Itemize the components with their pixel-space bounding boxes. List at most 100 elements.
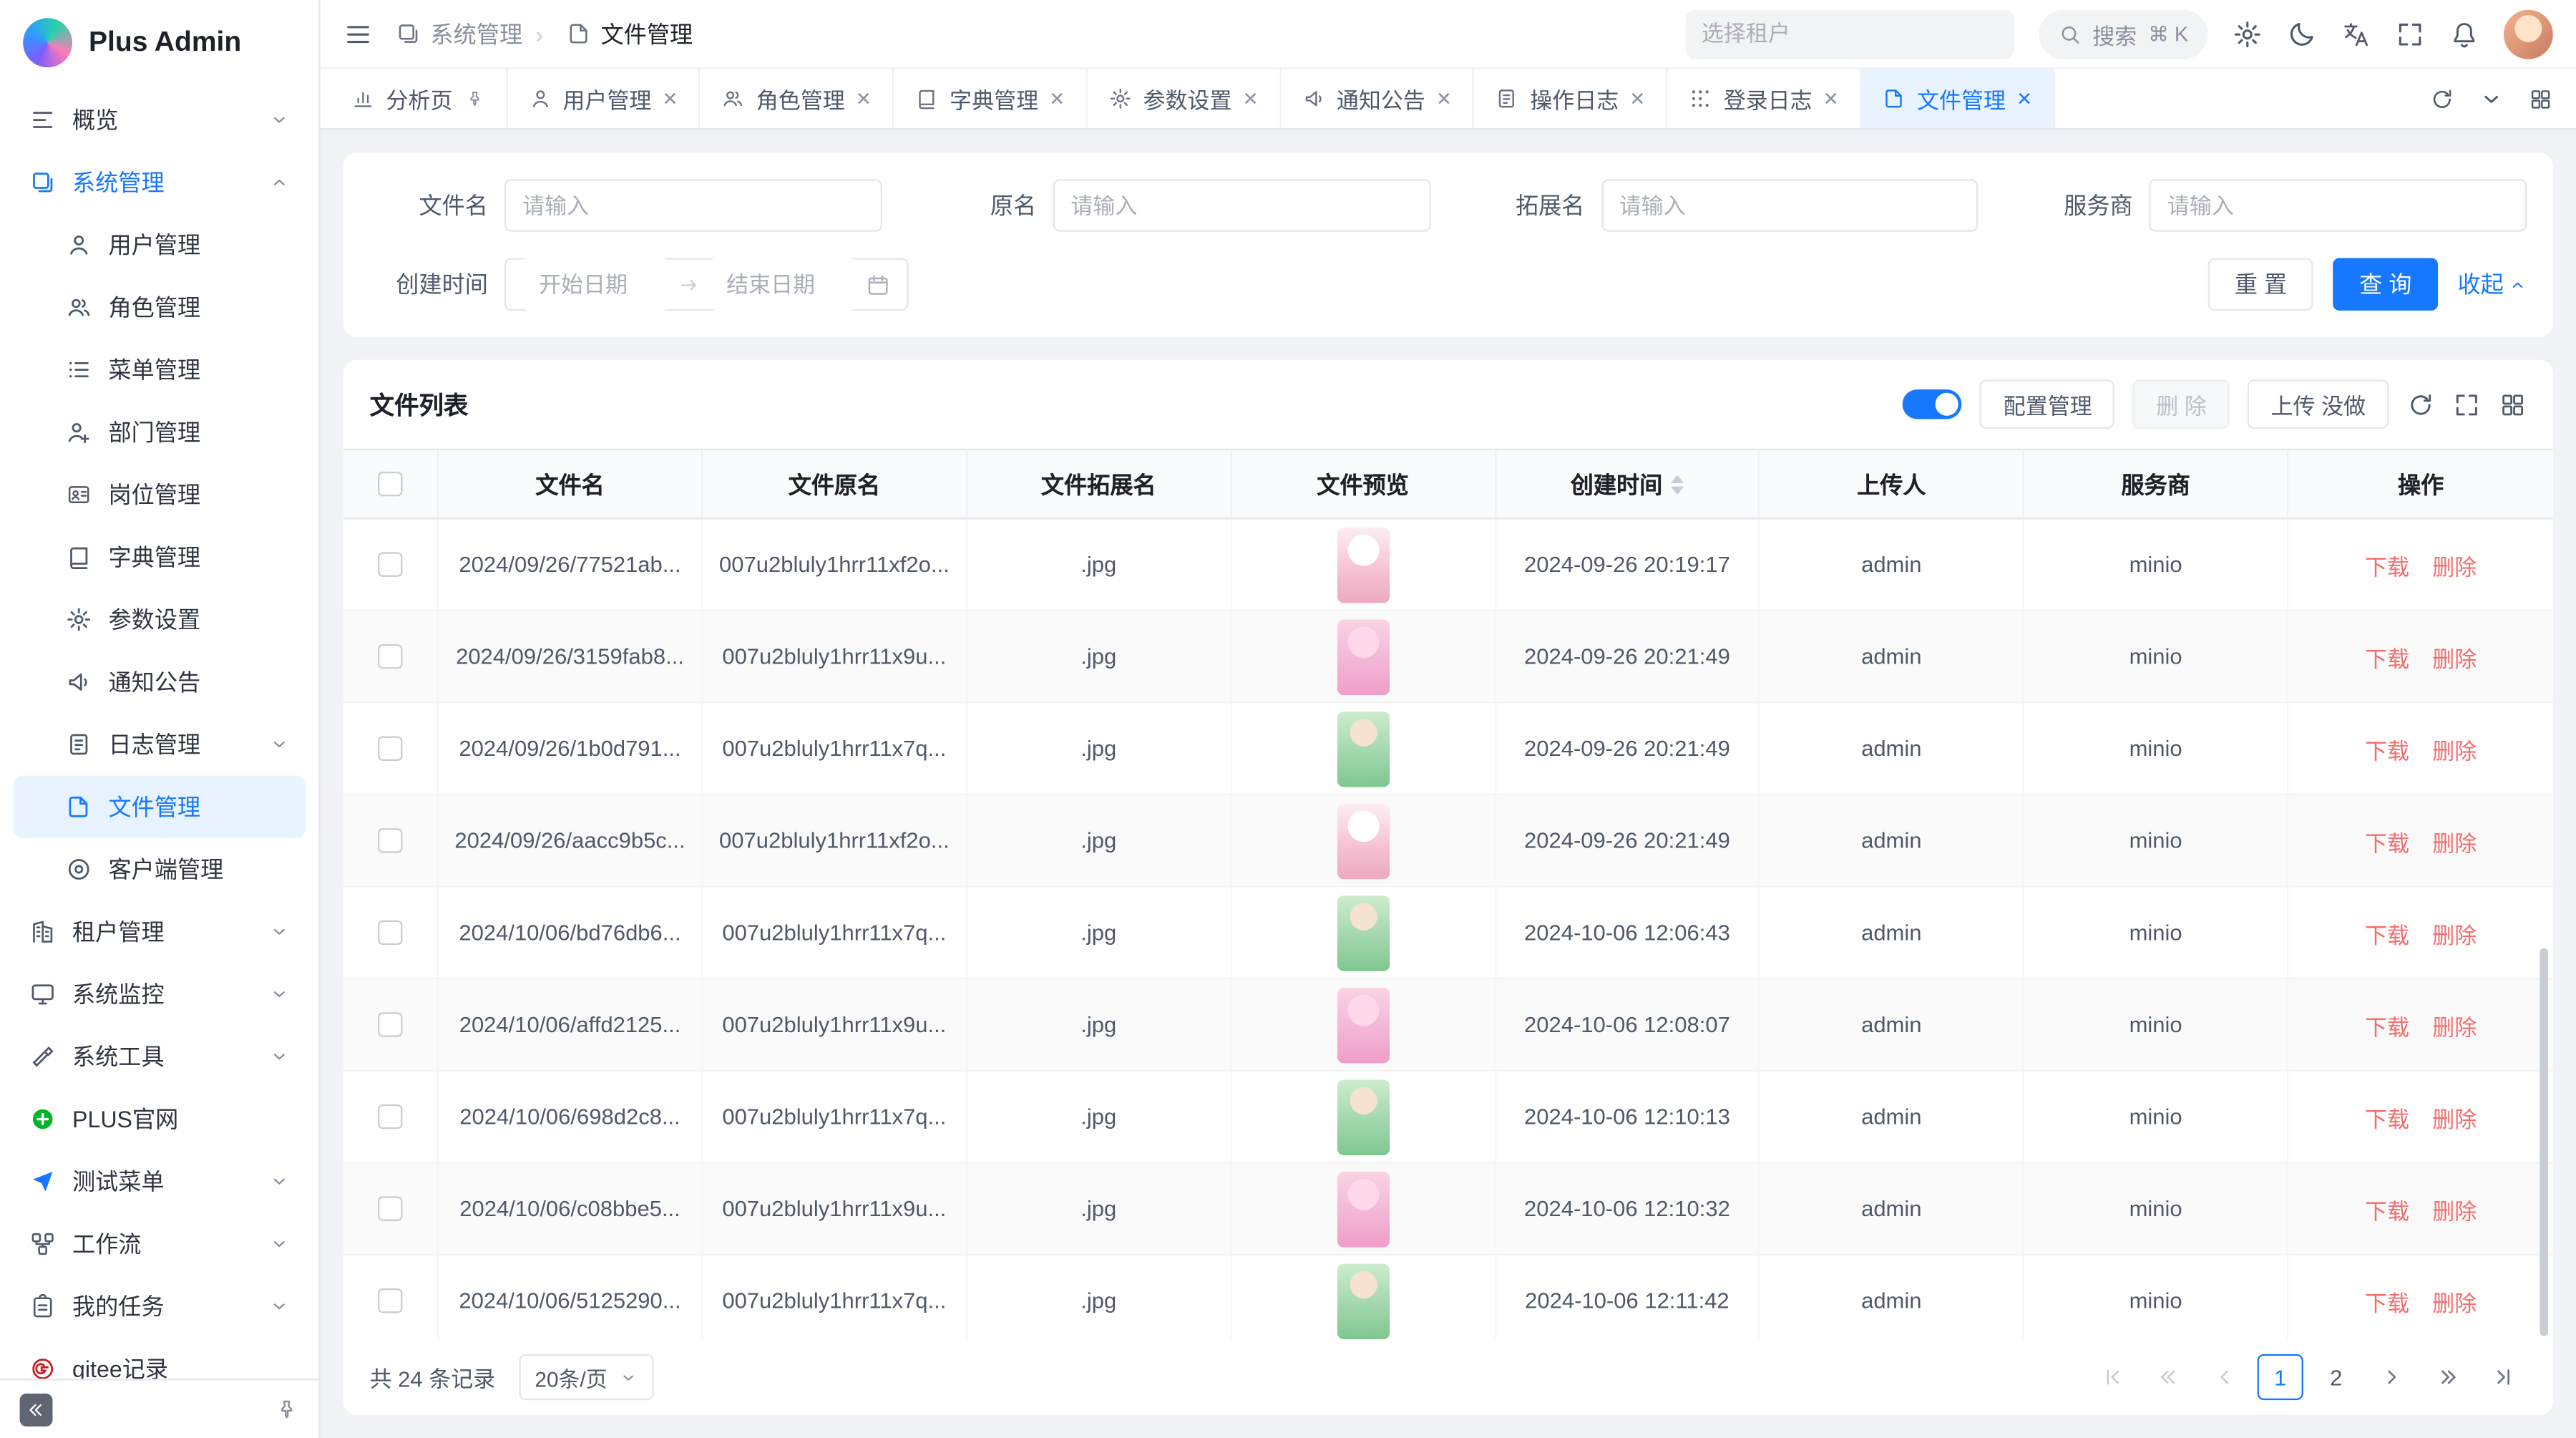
breadcrumb-item[interactable]: 系统管理 [396,17,522,50]
sidebar-item[interactable]: 系统监控 [13,963,306,1025]
page-tab[interactable]: 字典管理 × [894,69,1087,128]
config-toggle-switch[interactable] [1903,389,1963,419]
fast-prev-button[interactable] [2145,1354,2191,1400]
page-tab[interactable]: 操作日志 × [1474,69,1667,128]
sidebar-item[interactable]: 系统工具 [13,1026,306,1088]
collapse-filter-link[interactable]: 收起 [2458,268,2527,301]
page-tab[interactable]: 通知公告 × [1281,69,1474,128]
delete-link[interactable]: 删除 [2432,640,2477,673]
prev-page-button[interactable] [2202,1354,2248,1400]
file-preview-image[interactable] [1337,803,1389,879]
close-icon[interactable]: × [1824,87,1838,111]
chevron-down-icon[interactable] [2479,87,2504,111]
row-checkbox[interactable] [378,828,402,852]
download-link[interactable]: 下载 [2365,824,2409,857]
download-link[interactable]: 下载 [2365,640,2409,673]
sidebar-item[interactable]: 日志管理 [13,713,306,775]
sidebar-collapse-button[interactable] [20,1393,53,1426]
pin-icon[interactable] [274,1397,298,1422]
close-icon[interactable]: × [2017,87,2031,111]
config-manage-button[interactable]: 配置管理 [1981,379,2115,429]
end-date-input[interactable] [710,258,857,310]
delete-button[interactable]: 删 除 [2133,379,2230,429]
pin-icon[interactable] [464,89,484,109]
file-preview-image[interactable] [1337,987,1389,1063]
page-tab[interactable]: 文件管理 × [1861,69,2054,128]
row-checkbox[interactable] [378,737,402,761]
close-icon[interactable]: × [1050,87,1064,111]
page-tab[interactable]: 登录日志 × [1668,69,1861,128]
sidebar-item[interactable]: 菜单管理 [13,339,306,401]
global-search[interactable]: 搜索 ⌘ K [2038,9,2207,59]
start-date-input[interactable] [522,258,669,310]
download-link[interactable]: 下载 [2365,1284,2409,1317]
page-number-button[interactable]: 1 [2258,1354,2303,1400]
layout-grid-icon[interactable] [2528,87,2552,111]
download-link[interactable]: 下载 [2365,1192,2409,1225]
page-tab[interactable]: 分析页 × [330,69,507,128]
row-checkbox[interactable] [378,644,402,669]
download-link[interactable]: 下载 [2365,732,2409,765]
close-icon[interactable]: × [1437,87,1451,111]
sidebar-item[interactable]: 岗位管理 [13,463,306,525]
reset-button[interactable]: 重 置 [2208,258,2313,310]
sidebar-item[interactable]: 部门管理 [13,401,306,463]
sidebar-item[interactable]: 参数设置 [13,588,306,651]
close-icon[interactable]: × [663,87,677,111]
row-checkbox[interactable] [378,1196,402,1220]
file-preview-image[interactable] [1337,527,1389,603]
download-link[interactable]: 下载 [2365,1009,2409,1041]
query-button[interactable]: 查 询 [2333,258,2438,310]
delete-link[interactable]: 删除 [2432,732,2477,765]
page-number-button[interactable]: 2 [2313,1354,2359,1400]
notifications-bell-icon[interactable] [2449,19,2479,48]
sidebar-item[interactable]: 概览 [13,89,306,151]
date-range-picker[interactable] [504,258,909,310]
sidebar-item[interactable]: 文件管理 [13,776,306,838]
hamburger-menu-icon[interactable] [343,19,373,48]
next-page-button[interactable] [2369,1354,2415,1400]
file-preview-image[interactable] [1337,895,1389,971]
download-link[interactable]: 下载 [2365,548,2409,581]
sidebar-item[interactable]: 租户管理 [13,900,306,963]
sidebar-item[interactable]: 客户端管理 [13,838,306,900]
sort-icon[interactable] [1671,467,1684,500]
table-scrollbar-thumb[interactable] [2540,948,2547,1336]
page-tab[interactable]: 参数设置 × [1087,69,1280,128]
last-page-button[interactable] [2481,1354,2527,1400]
filter-field-input[interactable] [1053,179,1430,231]
page-tab[interactable]: 角色管理 × [701,69,894,128]
fast-next-button[interactable] [2425,1354,2471,1400]
row-checkbox[interactable] [378,1104,402,1129]
page-size-select[interactable]: 20条/页 [518,1354,653,1400]
sidebar-item[interactable]: 角色管理 [13,276,306,339]
filter-field-input[interactable] [1601,179,1978,231]
dark-mode-moon-icon[interactable] [2287,19,2316,48]
settings-gear-icon[interactable] [2233,19,2262,48]
tenant-select[interactable] [1685,9,2014,59]
delete-link[interactable]: 删除 [2432,1100,2477,1133]
download-link[interactable]: 下载 [2365,916,2409,949]
delete-link[interactable]: 删除 [2432,548,2477,581]
delete-link[interactable]: 删除 [2432,1284,2477,1317]
sidebar-item[interactable]: 通知公告 [13,651,306,713]
delete-link[interactable]: 删除 [2432,1192,2477,1225]
file-preview-image[interactable] [1337,618,1389,694]
sidebar-item[interactable]: 我的任务 [13,1276,306,1338]
breadcrumb-item[interactable]: 文件管理 [529,17,693,50]
translate-icon[interactable] [2341,19,2371,48]
download-link[interactable]: 下载 [2365,1100,2409,1133]
file-preview-image[interactable] [1337,1079,1389,1155]
row-checkbox[interactable] [378,920,402,945]
close-icon[interactable]: × [1630,87,1644,111]
close-icon[interactable]: × [857,87,871,111]
sidebar-item[interactable]: PLUS官网 [13,1088,306,1150]
row-checkbox[interactable] [378,1288,402,1313]
calendar-icon[interactable] [867,272,891,296]
delete-link[interactable]: 删除 [2432,916,2477,949]
row-checkbox[interactable] [378,552,402,576]
page-tab[interactable]: 用户管理 × [507,69,700,128]
file-preview-image[interactable] [1337,1263,1389,1339]
sidebar-item[interactable]: 用户管理 [13,213,306,276]
sidebar-item[interactable]: gitee记录 [13,1338,306,1379]
